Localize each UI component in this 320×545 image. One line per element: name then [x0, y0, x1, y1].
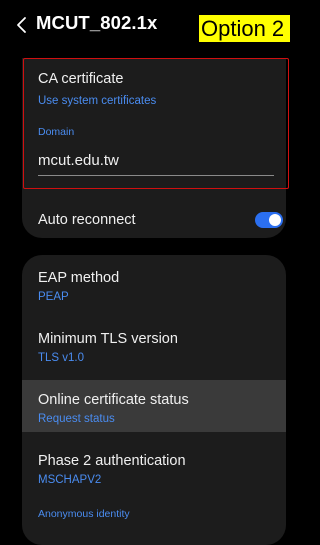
- min-tls-value[interactable]: TLS v1.0: [38, 352, 84, 364]
- min-tls-label[interactable]: Minimum TLS version: [38, 331, 178, 347]
- back-arrow-icon[interactable]: [14, 12, 30, 38]
- ca-certificate-label[interactable]: CA certificate: [38, 71, 123, 87]
- domain-label: Domain: [38, 126, 75, 138]
- eap-method-value[interactable]: PEAP: [38, 291, 69, 303]
- auto-reconnect-toggle[interactable]: [255, 212, 283, 228]
- online-cert-label[interactable]: Online certificate status: [38, 392, 189, 408]
- anonymous-identity-label[interactable]: Anonymous identity: [38, 508, 130, 520]
- eap-method-label[interactable]: EAP method: [38, 270, 119, 286]
- option-label-overlay: Option 2: [199, 15, 290, 42]
- domain-field-underline: [38, 175, 274, 176]
- auto-reconnect-label: Auto reconnect: [38, 212, 136, 228]
- phase2-label[interactable]: Phase 2 authentication: [38, 453, 186, 469]
- domain-field[interactable]: mcut.edu.tw: [38, 152, 119, 169]
- ca-certificate-value[interactable]: Use system certificates: [38, 95, 156, 107]
- phase2-value[interactable]: MSCHAPV2: [38, 474, 101, 486]
- toggle-knob: [269, 214, 281, 226]
- page-title: MCUT_802.1x: [36, 12, 158, 33]
- app-header: MCUT_802.1x Option 2: [0, 0, 290, 58]
- online-cert-value[interactable]: Request status: [38, 413, 115, 425]
